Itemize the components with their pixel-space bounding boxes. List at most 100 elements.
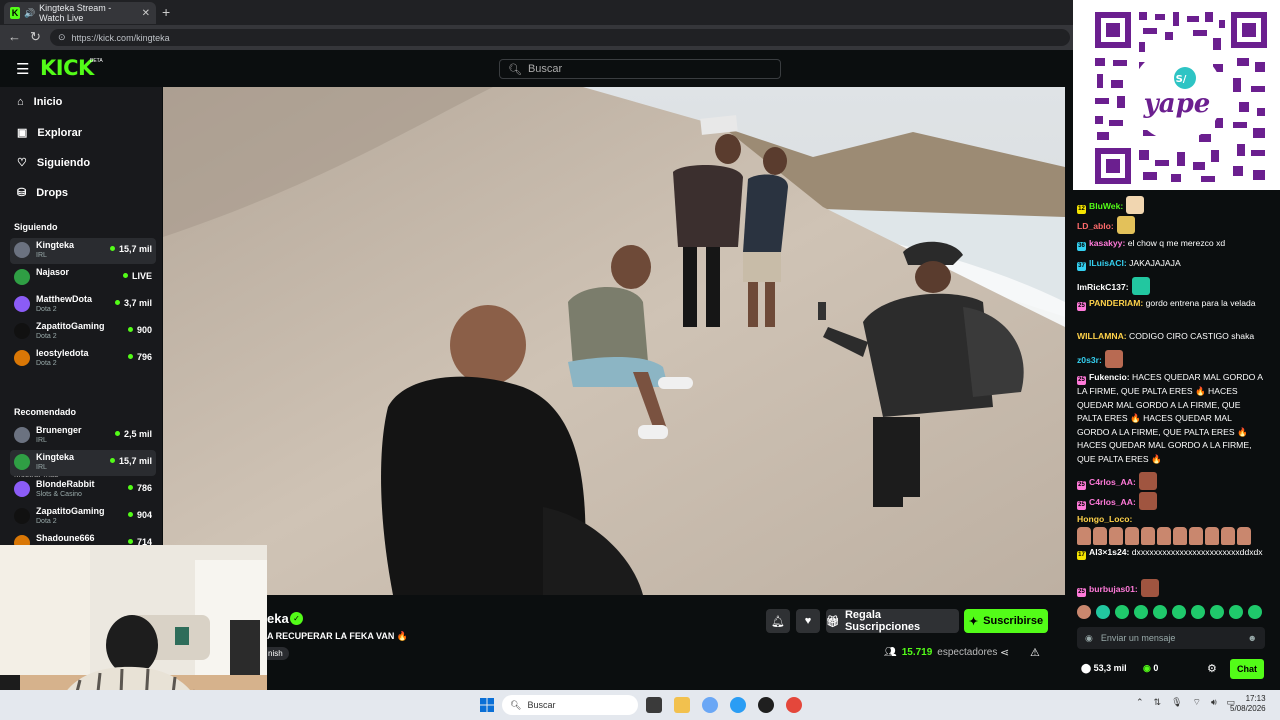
wifi-icon[interactable]: ⌔ [1193, 697, 1201, 708]
sub-badge-icon[interactable]: 25 [1077, 501, 1086, 510]
sub-badge-icon[interactable]: 25 [1077, 302, 1086, 311]
sub-badge-icon[interactable]: 37 [1077, 262, 1086, 271]
explore-icon: ▣ [17, 127, 28, 139]
quick-emote-icon[interactable] [1191, 605, 1205, 619]
recommended-channel-item[interactable]: BlondeRabbit Slots & Casino 786 [10, 477, 156, 503]
reload-icon[interactable]: ↻ [30, 29, 41, 45]
close-tab-icon[interactable]: ✕ [142, 8, 150, 19]
network-icon[interactable]: ⇅ [1154, 697, 1162, 708]
chat-settings-icon[interactable]: ◉ [1085, 633, 1093, 644]
chat-username[interactable]: ImRickC137: [1077, 282, 1129, 292]
channel-item-viewers: 15,7 mil [110, 456, 152, 466]
copilot-icon[interactable] [702, 697, 718, 713]
channel-item-name: leostyledota [36, 348, 89, 358]
following-channel-item[interactable]: leostyledota Dota 2 796 [10, 346, 156, 372]
following-channel-item[interactable]: MatthewDota Dota 2 3,7 mil [10, 292, 156, 318]
chat-username[interactable]: Hongo_Loco: [1077, 514, 1132, 524]
quick-emote-icon[interactable] [1096, 605, 1110, 619]
subscribe-button[interactable]: ✦ Suscribirse [964, 609, 1048, 633]
quick-emote-icon[interactable] [1210, 605, 1224, 619]
video-player[interactable] [163, 87, 1065, 595]
quick-emote-icon[interactable] [1229, 605, 1243, 619]
chat-username[interactable]: ILuisACI: [1089, 258, 1127, 268]
chat-username[interactable]: kasakyy: [1089, 238, 1125, 248]
new-tab-icon[interactable]: + [162, 4, 170, 20]
chat-message: Hongo_Loco: [1077, 513, 1265, 545]
sub-badge-icon[interactable]: 36 [1077, 242, 1086, 251]
sub-badge-icon[interactable]: 17 [1077, 551, 1086, 560]
quick-emote-icon[interactable] [1153, 605, 1167, 619]
following-channel-item[interactable]: ZapatitoGaming Dota 2 900 [10, 319, 156, 345]
windows-start-icon[interactable] [480, 698, 494, 712]
notification-bell-button[interactable]: 🔔︎ [766, 609, 790, 633]
task-view-icon[interactable] [646, 697, 662, 713]
quick-emote-icon[interactable] [1115, 605, 1129, 619]
chat-username[interactable]: WILLAMNA: [1077, 331, 1127, 341]
file-explorer-icon[interactable] [674, 697, 690, 713]
chat-message: 25 C4rlos_AA: [1077, 492, 1265, 510]
browser-tab[interactable]: K 🔊 Kingteka Stream - Watch Live ✕ [4, 2, 156, 24]
emoji-icon[interactable]: ☻ [1248, 633, 1257, 643]
chat-username[interactable]: LD_ablo: [1077, 221, 1114, 231]
taskbar-search[interactable]: 🔍︎ Buscar [502, 695, 638, 715]
chat-username[interactable]: burbujas01: [1089, 584, 1138, 594]
gift-subs-button[interactable]: 🎁︎ Regala Suscripciones [826, 609, 959, 633]
channel-item-name: Brunenger [36, 425, 82, 435]
settings-gear-icon[interactable]: ⚙ [1207, 662, 1217, 675]
quick-emote-icon[interactable] [1248, 605, 1262, 619]
menu-icon[interactable]: ☰ [16, 60, 29, 78]
chat-username[interactable]: Al3×1s24: [1089, 547, 1129, 557]
sidebar-item-siguiendo[interactable]: ♡ Siguiendo [17, 156, 90, 170]
chrome-icon[interactable] [786, 697, 802, 713]
recommended-channel-item[interactable]: Brunenger IRL 2,5 mil [10, 423, 156, 449]
avatar [14, 323, 30, 339]
follow-button[interactable]: ♥ [796, 609, 820, 633]
volume-icon[interactable]: 🔊︎ [1211, 697, 1217, 708]
report-icon[interactable]: ⚠ [1030, 646, 1040, 659]
channel-points[interactable]: ⬤ 53,3 mil [1081, 663, 1127, 674]
following-channel-item[interactable]: Najasor LIVE [10, 265, 156, 291]
recommended-channel-item[interactable]: ZapatitoGaming Dota 2 904 [10, 504, 156, 530]
speaker-icon[interactable]: 🔊 [24, 8, 35, 19]
address-bar[interactable]: ⊙ https://kick.com/kingteka [50, 29, 1070, 46]
chat-username[interactable]: C4rlos_AA: [1089, 497, 1136, 507]
sub-badge-icon[interactable]: 25 [1077, 588, 1086, 597]
windows-taskbar [0, 690, 1280, 720]
back-arrow-icon[interactable]: ← [8, 29, 21, 44]
quick-emote-icon[interactable] [1077, 605, 1091, 619]
recommended-channel-item[interactable]: Kingteka IRL 15,7 mil [10, 450, 156, 476]
share-icon[interactable]: ⋖ [1000, 646, 1009, 659]
chat-username[interactable]: Fukencio: [1089, 372, 1130, 382]
search-input[interactable]: 🔍︎ Buscar [499, 59, 781, 79]
chat-username[interactable]: z0s3r: [1077, 355, 1102, 365]
kick-points-icon: ◉ [1143, 663, 1154, 673]
hand-emote-icon [1173, 526, 1187, 545]
chat-username[interactable]: PANDERIAM: [1089, 298, 1143, 308]
obs-icon[interactable] [758, 697, 774, 713]
mic-icon[interactable]: 🎙︎ [1171, 697, 1182, 708]
sub-badge-icon[interactable]: 25 [1077, 376, 1086, 385]
sub-badge-icon[interactable]: 25 [1077, 481, 1086, 490]
chat-input[interactable]: ◉ Enviar un mensaje ☻ [1077, 627, 1265, 649]
edge-icon[interactable] [730, 697, 746, 713]
chat-input-placeholder: Enviar un mensaje [1100, 633, 1176, 643]
yape-logo: yape [1143, 89, 1211, 119]
site-info-icon[interactable]: ⊙ [58, 32, 66, 43]
kick-points[interactable]: ◉ 0 [1143, 663, 1158, 674]
send-chat-button[interactable]: Chat [1230, 659, 1264, 679]
channel-item-category: Dota 2 [36, 518, 57, 525]
viewers-icon: 👥︎ [884, 647, 897, 658]
sidebar-item-explorar[interactable]: ▣ Explorar [17, 126, 82, 140]
sidebar-item-drops[interactable]: ⛁ Drops [17, 186, 68, 200]
quick-emote-icon[interactable] [1172, 605, 1186, 619]
sidebar-item-inicio[interactable]: ⌂ Inicio [17, 96, 62, 108]
chat-username[interactable]: C4rlos_AA: [1089, 477, 1136, 487]
chat-username[interactable]: BluWek: [1089, 201, 1123, 211]
taskbar-clock[interactable]: 17:13 5/08/2026 [1230, 694, 1266, 714]
kick-logo[interactable]: KICK [40, 56, 94, 80]
channel-name[interactable]: eka [267, 611, 289, 626]
sub-badge-icon[interactable]: 12 [1077, 205, 1086, 214]
quick-emote-icon[interactable] [1134, 605, 1148, 619]
following-channel-item[interactable]: Kingteka IRL 15,7 mil [10, 238, 156, 264]
tray-chevron-icon[interactable]: ⌃ [1136, 697, 1144, 708]
